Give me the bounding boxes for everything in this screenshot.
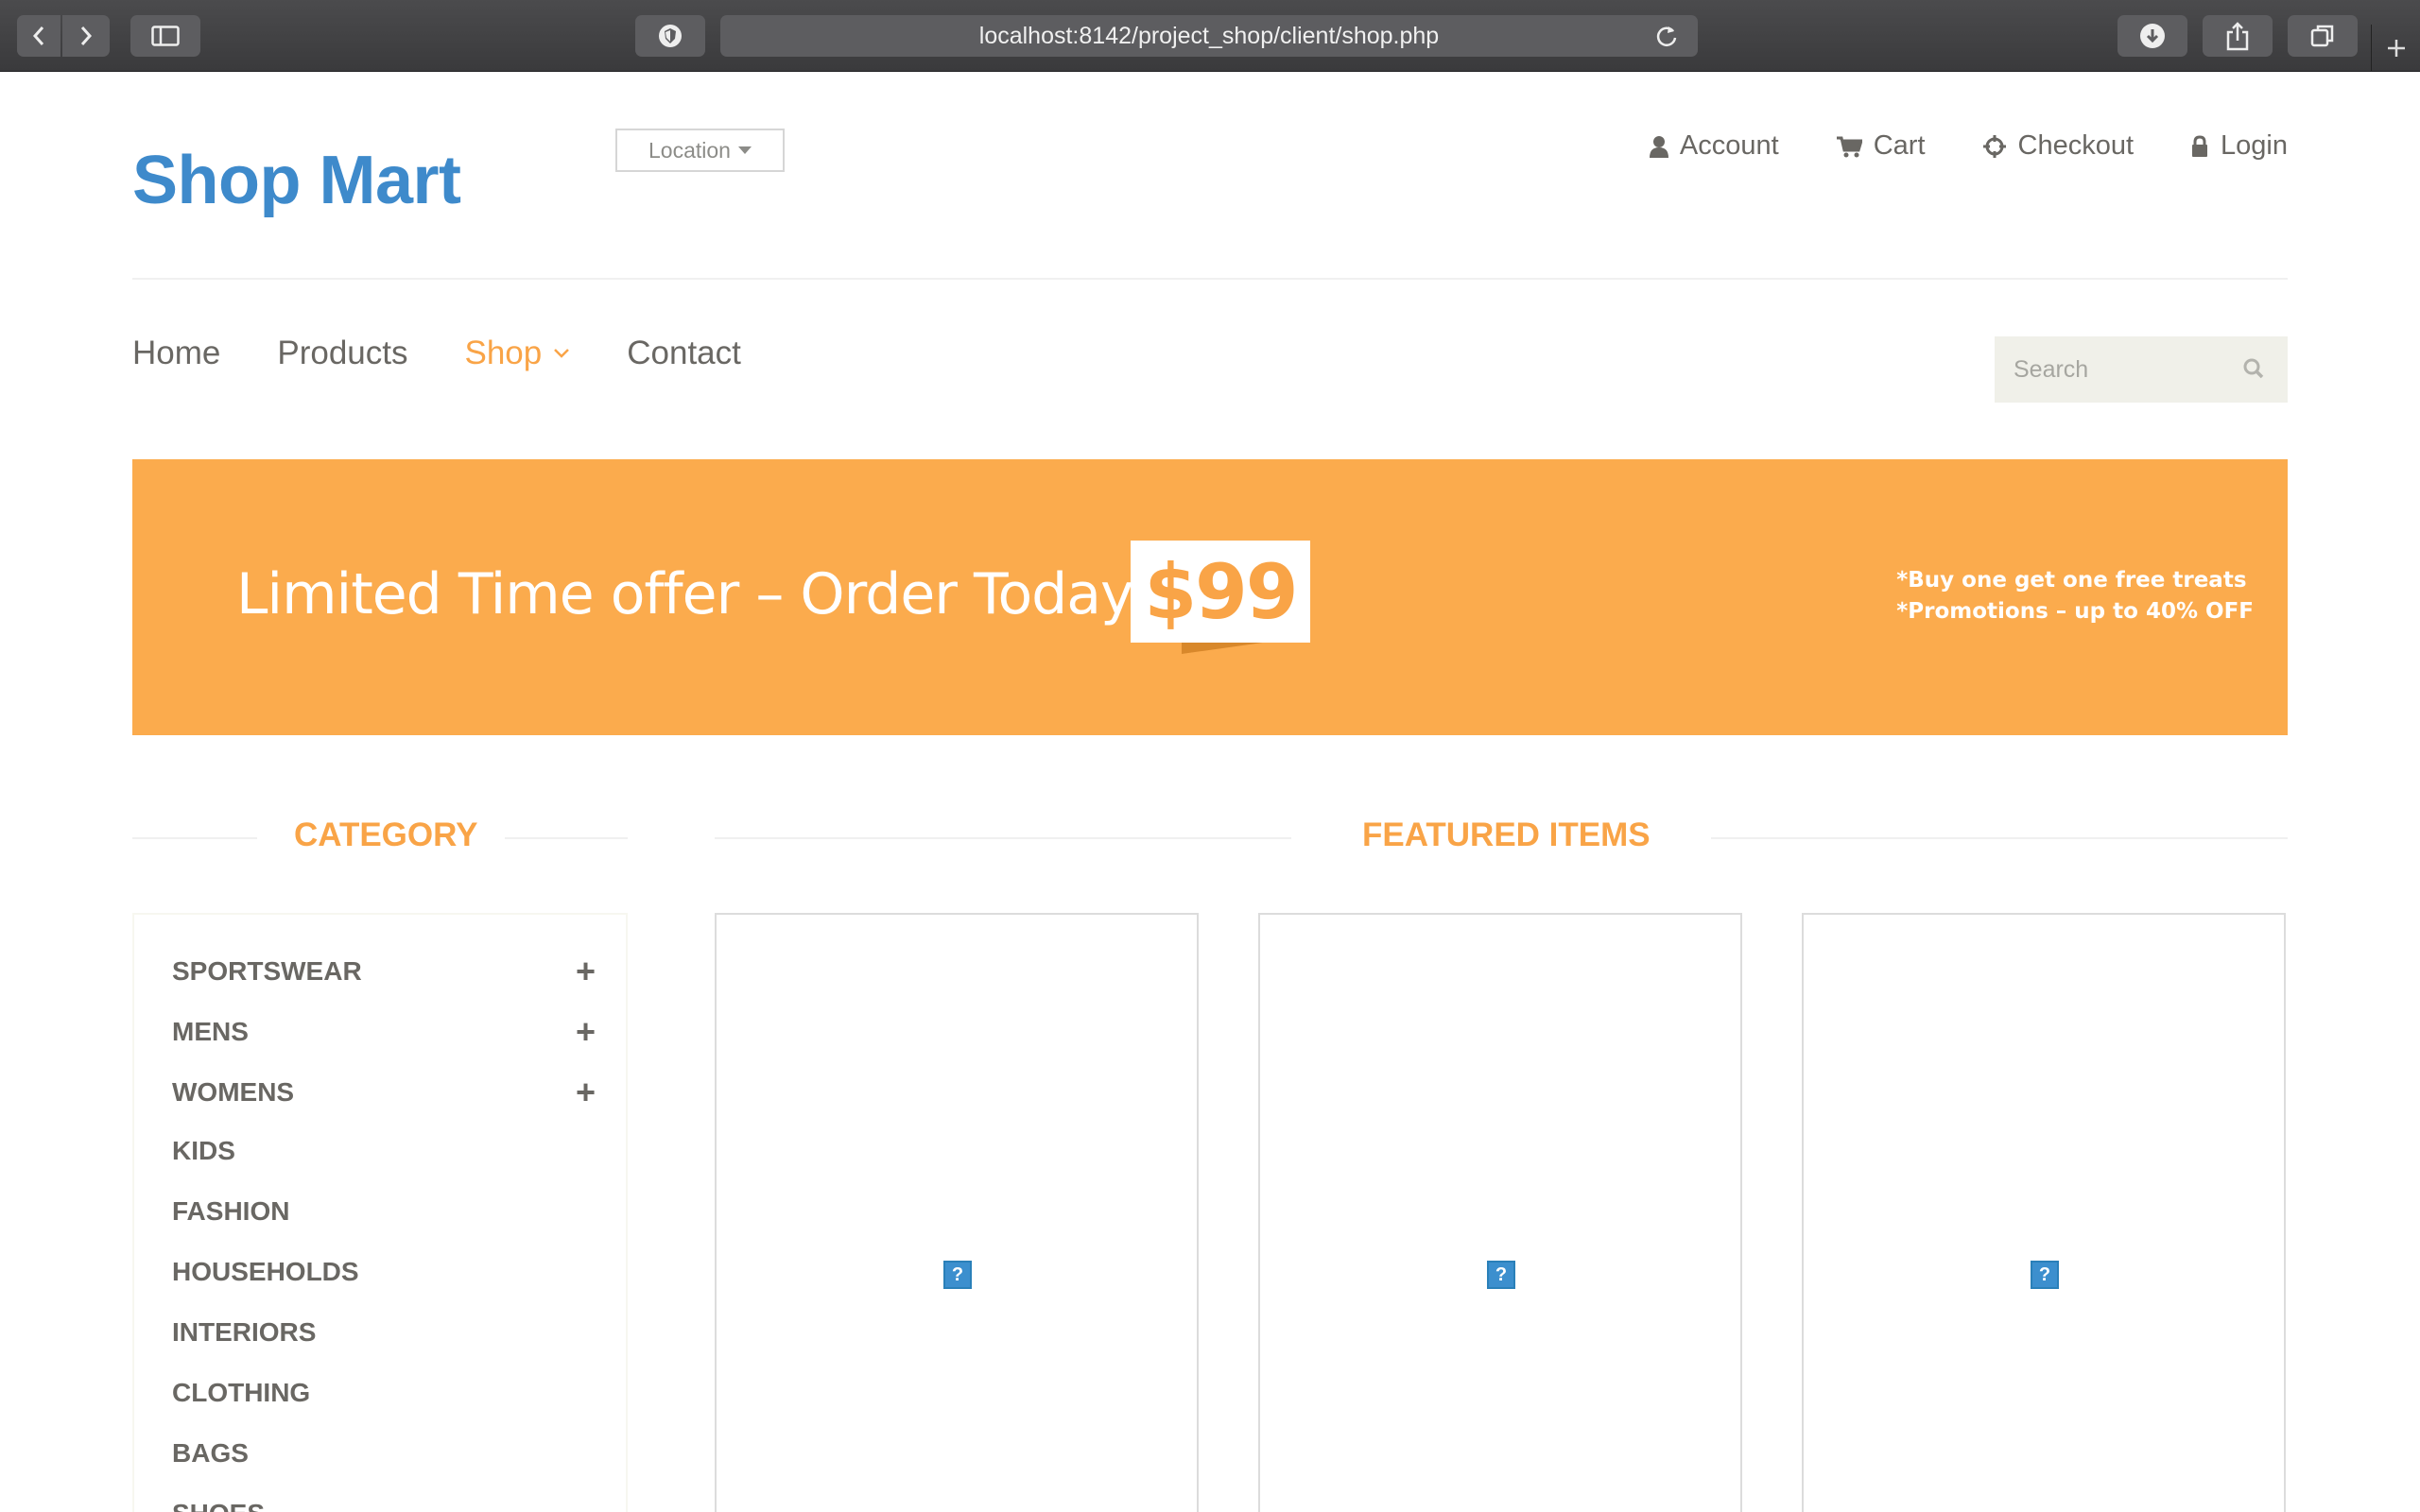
category-label: FASHION <box>172 1196 290 1226</box>
nav-products[interactable]: Products <box>277 335 407 372</box>
category-label: BAGS <box>172 1438 249 1468</box>
category-title: CATEGORY <box>294 816 478 853</box>
broken-image-icon: ? <box>943 1261 972 1289</box>
chevron-right-icon <box>80 26 93 45</box>
featured-title-line-right <box>1711 837 2288 839</box>
checkout-label: Checkout <box>2017 130 2135 161</box>
share-icon <box>2226 22 2249 51</box>
sidebar-icon <box>151 26 180 46</box>
search-input[interactable] <box>2014 355 2231 384</box>
banner-headline: Limited Time offer – Order Today For <box>236 561 1236 627</box>
banner-promo-notes: *Buy one get one free treats *Promotions… <box>1896 565 2254 627</box>
cart-link[interactable]: Cart <box>1836 130 1926 162</box>
category-title-line-right <box>505 837 628 839</box>
featured-title-line-left <box>715 837 1291 839</box>
user-icon <box>1649 135 1668 158</box>
location-dropdown[interactable]: Location <box>615 129 785 172</box>
category-label: HOUSEHOLDS <box>172 1257 359 1286</box>
expand-plus-icon[interactable]: + <box>576 1075 596 1109</box>
nav-contact-label: Contact <box>627 335 741 371</box>
nav-home-label: Home <box>132 335 221 371</box>
location-label: Location <box>648 137 731 163</box>
chevron-left-icon <box>32 26 44 45</box>
shield-icon <box>659 25 682 47</box>
header-divider <box>132 278 2288 280</box>
caret-down-icon <box>737 146 752 154</box>
forward-button[interactable] <box>62 15 110 57</box>
promo-line-1: *Buy one get one free treats <box>1896 568 2247 593</box>
banner-price: $99 <box>1131 541 1310 643</box>
category-item-bags[interactable]: BAGS <box>172 1438 596 1469</box>
download-icon <box>2140 24 2165 48</box>
expand-plus-icon[interactable]: + <box>576 1015 596 1049</box>
nav-contact[interactable]: Contact <box>627 335 741 372</box>
category-label: SPORTSWEAR <box>172 956 362 986</box>
downloads-button[interactable] <box>2118 15 2187 57</box>
category-item-interiors[interactable]: INTERIORS <box>172 1317 596 1348</box>
browser-toolbar: localhost:8142/project_shop/client/shop.… <box>0 0 2420 72</box>
lock-icon <box>2192 134 2208 157</box>
top-links: Account Cart Checkout Login <box>1649 130 2288 162</box>
category-item-mens[interactable]: MENS + <box>172 1015 596 1049</box>
category-item-kids[interactable]: KIDS <box>172 1136 596 1166</box>
category-label: CLOTHING <box>172 1378 311 1407</box>
expand-plus-icon[interactable]: + <box>576 954 596 988</box>
crosshair-icon <box>1982 134 2006 158</box>
chevron-down-icon <box>554 349 570 358</box>
checkout-link[interactable]: Checkout <box>1982 130 2135 162</box>
category-item-clothing[interactable]: CLOTHING <box>172 1378 596 1408</box>
new-tab-button[interactable] <box>2371 25 2420 72</box>
promo-banner[interactable]: Limited Time offer – Order Today For $99… <box>132 459 2288 735</box>
category-label: INTERIORS <box>172 1317 317 1347</box>
product-card[interactable]: ? <box>1258 913 1742 1512</box>
category-item-shoes[interactable]: SHOES <box>172 1499 596 1512</box>
category-label: MENS <box>172 1017 249 1046</box>
nav-shop[interactable]: Shop <box>465 335 571 372</box>
tabs-overview-button[interactable] <box>2288 15 2358 57</box>
price-tag-shadow <box>1182 641 1276 654</box>
site-logo[interactable]: Shop Mart <box>132 142 461 219</box>
account-label: Account <box>1679 130 1779 161</box>
cart-icon <box>1836 136 1862 157</box>
account-link[interactable]: Account <box>1649 130 1779 162</box>
category-label: WOMENS <box>172 1077 295 1107</box>
reload-icon[interactable] <box>1654 23 1679 56</box>
product-card[interactable]: ? <box>1802 913 2286 1512</box>
broken-image-icon: ? <box>2031 1261 2059 1289</box>
privacy-shield-button[interactable] <box>635 15 705 57</box>
back-button[interactable] <box>17 15 60 57</box>
promo-line-2: *Promotions – up to 40% OFF <box>1896 599 2254 624</box>
featured-title: FEATURED ITEMS <box>1362 816 1651 853</box>
broken-image-icon: ? <box>1487 1261 1515 1289</box>
nav-shop-label: Shop <box>464 335 543 371</box>
sidebar-toggle-button[interactable] <box>130 15 200 57</box>
category-panel: SPORTSWEAR + MENS + WOMENS + KIDS FASHIO… <box>132 913 628 1512</box>
category-label: KIDS <box>172 1136 235 1165</box>
tabs-icon <box>2310 25 2334 47</box>
category-item-sportswear[interactable]: SPORTSWEAR + <box>172 954 596 988</box>
cart-label: Cart <box>1873 130 1926 161</box>
plus-icon <box>2387 40 2405 57</box>
category-title-line-left <box>132 837 257 839</box>
category-item-households[interactable]: HOUSEHOLDS <box>172 1257 596 1287</box>
url-text: localhost:8142/project_shop/client/shop.… <box>978 22 1440 49</box>
category-item-womens[interactable]: WOMENS + <box>172 1075 596 1109</box>
nav-home[interactable]: Home <box>132 335 220 372</box>
login-link[interactable]: Login <box>2190 130 2288 162</box>
login-label: Login <box>2221 130 2288 161</box>
address-bar[interactable]: localhost:8142/project_shop/client/shop.… <box>720 15 1698 57</box>
category-label: SHOES <box>172 1499 265 1512</box>
product-card[interactable]: ? <box>715 913 1199 1512</box>
category-item-fashion[interactable]: FASHION <box>172 1196 596 1227</box>
search-icon[interactable] <box>2242 357 2265 385</box>
share-button[interactable] <box>2203 15 2273 57</box>
main-nav: Home Products Shop Contact <box>132 335 741 372</box>
nav-products-label: Products <box>277 335 408 371</box>
search-box <box>1995 336 2288 403</box>
